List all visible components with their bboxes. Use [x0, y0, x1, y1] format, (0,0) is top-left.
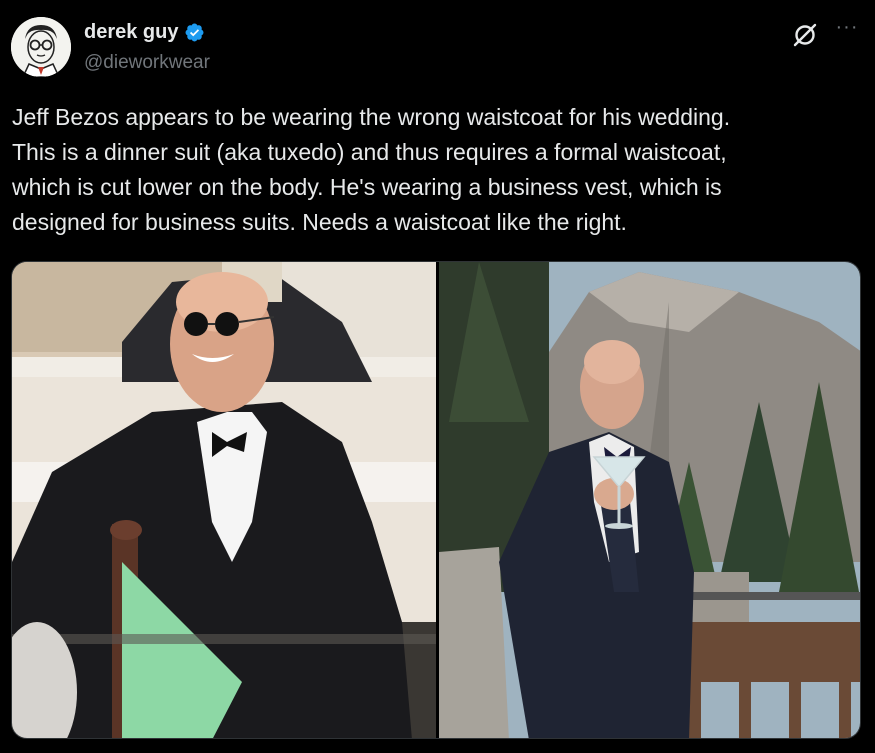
- tweet-text-line: designed for business suits. Needs a wai…: [12, 209, 627, 235]
- avatar[interactable]: [11, 17, 71, 77]
- more-options-button[interactable]: ···: [832, 17, 862, 42]
- tweet-header: derek guy @dieworkwear ···: [0, 0, 875, 90]
- media-image-left[interactable]: [12, 262, 436, 738]
- more-options-icon: ···: [835, 16, 859, 38]
- tweet-text-line: This is a dinner suit (aka tuxedo) and t…: [12, 139, 727, 165]
- media-image-right[interactable]: [439, 262, 860, 738]
- photo-dinner-suit-mountain: [439, 262, 860, 738]
- verified-badge-icon: [186, 23, 204, 42]
- grok-icon: [793, 23, 817, 47]
- avatar-illustration-icon: [11, 17, 71, 77]
- author-handle[interactable]: @dieworkwear: [84, 52, 210, 74]
- tweet-text-line: which is cut lower on the body. He's wea…: [12, 174, 722, 200]
- tweet-text: Jeff Bezos appears to be wearing the wro…: [12, 100, 862, 240]
- author-name-row[interactable]: derek guy: [84, 21, 205, 44]
- tweet-text-line: Jeff Bezos appears to be wearing the wro…: [12, 104, 731, 130]
- grok-button[interactable]: [792, 22, 818, 48]
- display-name[interactable]: derek guy: [84, 21, 178, 44]
- photo-tuxedo-boat: [12, 262, 436, 738]
- media-grid: [11, 261, 861, 739]
